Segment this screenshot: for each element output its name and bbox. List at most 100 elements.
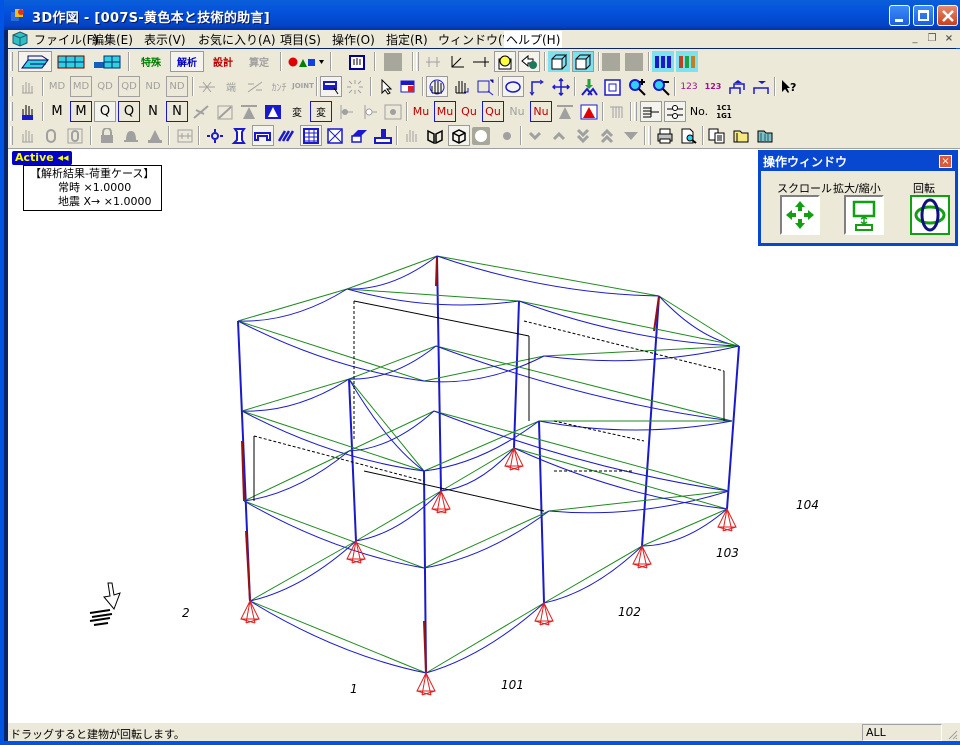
end-button[interactable]: 端 [220,76,242,97]
cylinder-button[interactable] [40,125,62,146]
joint-button[interactable] [422,51,444,72]
joint-label-button[interactable]: JOINT [292,76,314,97]
import-button[interactable] [578,76,600,97]
columns-blue-button[interactable] [652,51,674,72]
elevation-button[interactable] [90,51,124,72]
mu-button[interactable]: Mu [410,101,432,122]
minimize-button[interactable] [889,5,910,26]
slope-button[interactable] [244,76,266,97]
base-button[interactable] [144,125,166,146]
shapes-dropdown[interactable] [286,51,326,72]
displacement-box-button[interactable]: 変 [310,101,332,122]
mdi-restore-button[interactable]: ❐ [925,32,939,45]
md-button[interactable]: MD [46,76,68,97]
analysis-button[interactable]: 解析 [170,51,204,72]
axial-box-button[interactable]: N [166,101,188,122]
number-down-button[interactable]: 123 [702,76,724,97]
support-ultimate-gray-button[interactable] [554,101,576,122]
menu-view[interactable]: 表示(V) [144,31,186,48]
level-down-button[interactable] [750,76,772,97]
disabled-button-3[interactable] [625,53,643,71]
deform-box-button[interactable] [214,101,236,122]
mdi-minimize-button[interactable]: _ [908,32,922,45]
deform-slash-button[interactable] [190,101,212,122]
qd-button[interactable]: QD [94,76,116,97]
circle-gray-button[interactable] [472,127,490,145]
double-chevron-down-button[interactable] [572,125,594,146]
hand-select-button[interactable] [16,101,38,122]
shear-box-button[interactable]: Q [118,101,140,122]
nd-box-button[interactable]: ND [166,76,188,97]
nu-button[interactable]: Nu [506,101,528,122]
md-box-button[interactable]: MD [70,76,92,97]
frame-grid-button[interactable] [54,51,88,72]
node-1-button[interactable] [334,101,356,122]
menu-edit[interactable]: 編集(E) [92,31,133,48]
box-view-button[interactable] [602,76,624,97]
nu-box-button[interactable]: Nu [530,101,552,122]
node-2-button[interactable] [358,101,380,122]
zoom-out-button[interactable] [650,76,672,97]
wall-button[interactable] [300,125,322,146]
nd-button[interactable]: ND [142,76,164,97]
chevron-up-button[interactable] [548,125,570,146]
hand-gray-button[interactable] [16,125,38,146]
menu-operation[interactable]: 操作(O) [332,31,375,48]
pointer-button[interactable] [376,76,398,97]
qu-box-button[interactable]: Qu [482,101,504,122]
code-label-button[interactable]: 1C1 1G1 [712,101,736,122]
axial-button[interactable]: N [142,101,164,122]
dim-line-button[interactable] [470,51,492,72]
zoom-frame-button[interactable] [474,76,496,97]
cross-wall-button[interactable] [324,125,346,146]
view-hand-button[interactable] [346,51,368,72]
slab-button[interactable] [174,125,196,146]
columns-color-button[interactable] [676,51,698,72]
title-bar[interactable]: 3D作図 - [007S-黄色本と技術的助言] [4,0,960,30]
node-select-button[interactable] [204,125,226,146]
support-gray-button[interactable] [238,101,260,122]
displacement-button[interactable]: 変 [286,101,308,122]
qu-button[interactable]: Qu [458,101,480,122]
menu-specify[interactable]: 指定(R) [386,31,428,48]
cylinder-box-button[interactable] [64,125,86,146]
zoom-window-button[interactable] [844,195,884,235]
mirror-button[interactable] [424,125,446,146]
scroll-button[interactable] [780,195,820,235]
solid-i-button[interactable] [548,51,570,72]
rotate-hand-gray-button[interactable] [400,125,422,146]
menu-items[interactable]: 項目(S) [280,31,321,48]
foundation-button[interactable] [372,125,394,146]
print-preview-button[interactable] [678,125,700,146]
context-help-button[interactable]: ? [778,76,800,97]
solid-p-button[interactable] [572,51,594,72]
design-button[interactable]: 設計 [206,51,240,72]
model-3d-button[interactable] [18,51,52,72]
double-chevron-up-button[interactable] [596,125,618,146]
frame-gray-button[interactable] [606,101,628,122]
special-button[interactable]: 特殊 [134,51,168,72]
moment-box-button[interactable]: M [70,101,92,122]
select-window-button[interactable] [398,76,420,97]
beam-button[interactable] [252,125,274,146]
move-button[interactable] [550,76,572,97]
menu-favorites[interactable]: お気に入り(A) [198,31,276,48]
zoom-in-button[interactable] [626,76,648,97]
maximize-button[interactable] [913,5,934,26]
dot-button[interactable] [496,125,518,146]
operation-window-close-button[interactable]: × [939,155,952,168]
number-button[interactable]: No. [688,101,710,122]
menu-file[interactable]: ファイル(F) [34,31,98,48]
rotate-window-button[interactable] [910,195,950,235]
level-up-button[interactable] [726,76,748,97]
display-button[interactable] [320,76,342,97]
pan-button[interactable] [426,76,448,97]
toolbar-grip[interactable] [10,52,13,71]
disabled-button-2[interactable] [602,53,620,71]
cross-button[interactable] [196,76,218,97]
arrow-p-button[interactable] [518,51,540,72]
bell-button[interactable] [120,125,142,146]
copy-button[interactable] [706,125,728,146]
brace-button[interactable] [276,125,298,146]
qd-box-button[interactable]: QD [118,76,140,97]
